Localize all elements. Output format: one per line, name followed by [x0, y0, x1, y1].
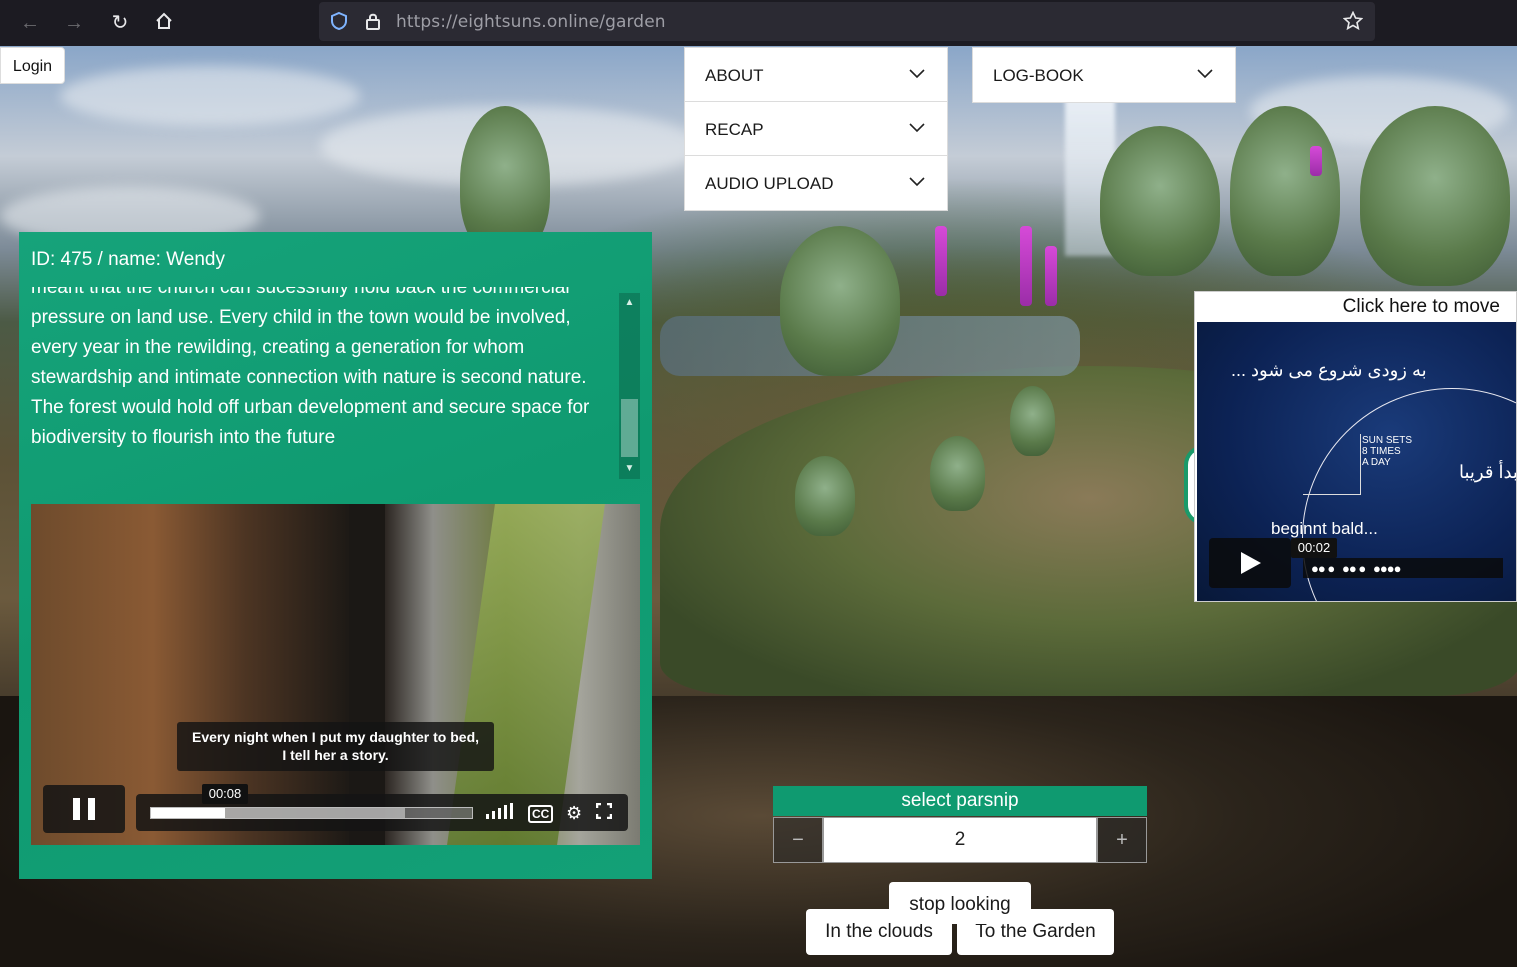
- arabic-text: يبدأ قريبا: [1459, 462, 1517, 482]
- tree: [1230, 106, 1340, 276]
- scroll-down-icon[interactable]: ▼: [619, 459, 640, 479]
- accordion-item-about[interactable]: ABOUT: [685, 48, 947, 102]
- home-icon[interactable]: [152, 11, 176, 35]
- shrub: [1010, 386, 1055, 456]
- german-text: beginnt bald...: [1271, 519, 1378, 538]
- volume-icon[interactable]: [486, 803, 516, 823]
- browser-toolbar: ← → ↻ https://eightsuns.online/garden: [0, 0, 1517, 46]
- foxglove-flower: [1020, 226, 1032, 306]
- settings-gear-icon[interactable]: ⚙: [566, 803, 582, 823]
- parsnip-selector: select parsnip − 2 +: [773, 786, 1147, 863]
- bookmark-star-icon[interactable]: [1342, 10, 1364, 31]
- login-button[interactable]: Login: [0, 47, 65, 84]
- persian-text: به زودی شروع می شود ...: [1231, 360, 1427, 380]
- accordion-item-recap[interactable]: RECAP: [685, 102, 947, 156]
- tree: [1100, 126, 1220, 276]
- story-video[interactable]: Every night when I put my daughter to be…: [31, 504, 640, 845]
- video-control-bar: 00:08 CC ⚙: [136, 784, 628, 831]
- video-time-tooltip: 00:08: [202, 784, 248, 804]
- cloud: [60, 66, 360, 126]
- arc-base-line: [1303, 494, 1361, 495]
- sun-sets-label: SUN SETS 8 TIMES A DAY: [1362, 435, 1413, 468]
- cc-icon[interactable]: CC: [528, 802, 554, 823]
- tree: [1360, 106, 1510, 286]
- video-controls: 00:08 CC ⚙: [43, 784, 628, 833]
- increment-button[interactable]: +: [1097, 817, 1147, 863]
- parsnip-value[interactable]: 2: [823, 817, 1097, 863]
- forward-icon[interactable]: →: [62, 11, 86, 35]
- play-button[interactable]: [1209, 538, 1291, 588]
- logbook-accordion: LOG-BOOK: [972, 47, 1236, 103]
- accordion-label: RECAP: [705, 120, 764, 139]
- chevron-down-icon: [909, 123, 925, 133]
- story-text: meant that the church can sucessfully ho…: [31, 287, 590, 448]
- pause-button[interactable]: [43, 785, 125, 833]
- foxglove-flower: [1310, 146, 1322, 176]
- video-progress[interactable]: 00:08: [150, 784, 473, 819]
- arc-marker-line: [1360, 434, 1361, 494]
- caption-line: I tell her a story.: [282, 747, 389, 763]
- move-handle[interactable]: Click here to move: [1343, 296, 1500, 318]
- chevron-down-icon: [909, 69, 925, 79]
- url-text: https://eightsuns.online/garden: [396, 12, 666, 32]
- scroll-thumb[interactable]: [621, 399, 638, 457]
- shrub: [795, 456, 855, 536]
- story-text-scroll[interactable]: meant that the church can sucessfully ho…: [31, 287, 616, 477]
- scroll-up-icon[interactable]: ▲: [619, 293, 640, 313]
- story-panel: ID: 475 / name: Wendy meant that the chu…: [19, 232, 652, 879]
- accordion-item-log-book[interactable]: LOG-BOOK: [973, 48, 1235, 102]
- progress-dots: ●● ● ●● ● ●●●●: [1311, 561, 1401, 576]
- parsnip-title: select parsnip: [773, 786, 1147, 816]
- back-icon[interactable]: ←: [18, 11, 42, 35]
- floating-video-panel: Click here to move به زودی شروع می شود .…: [1194, 291, 1517, 602]
- intro-video[interactable]: به زودی شروع می شود ... SUN SETS 8 TIMES…: [1197, 322, 1517, 601]
- shrub: [780, 226, 900, 376]
- foxglove-flower: [935, 226, 947, 296]
- story-scrollbar[interactable]: ▲ ▼: [619, 293, 640, 479]
- chevron-down-icon: [909, 177, 925, 187]
- pause-icon: [88, 798, 95, 820]
- decrement-button[interactable]: −: [773, 817, 823, 863]
- play-icon: [1241, 552, 1261, 574]
- reload-icon[interactable]: ↻: [108, 11, 132, 35]
- caption-line: Every night when I put my daughter to be…: [191, 729, 480, 745]
- stop-looking-button[interactable]: stop looking: [889, 882, 1031, 924]
- lock-icon[interactable]: [363, 11, 383, 31]
- story-title: ID: 475 / name: Wendy: [31, 249, 225, 270]
- video-caption: Every night when I put my daughter to be…: [177, 722, 494, 771]
- accordion-label: ABOUT: [705, 66, 764, 85]
- shrub: [930, 436, 985, 511]
- accordion-label: LOG-BOOK: [993, 66, 1084, 85]
- video-time-tooltip: 00:02: [1291, 538, 1337, 558]
- shield-icon[interactable]: [329, 11, 349, 31]
- foxglove-flower: [1045, 246, 1057, 306]
- fullscreen-icon[interactable]: [595, 802, 613, 823]
- accordion-item-audio-upload[interactable]: AUDIO UPLOAD: [685, 156, 947, 210]
- video-progress[interactable]: ●● ● ●● ● ●●●●: [1303, 558, 1503, 578]
- chevron-down-icon: [1197, 69, 1213, 79]
- accordion-label: AUDIO UPLOAD: [705, 174, 834, 193]
- pause-icon: [73, 798, 80, 820]
- address-bar[interactable]: https://eightsuns.online/garden: [319, 2, 1375, 41]
- info-accordion: ABOUT RECAP AUDIO UPLOAD: [684, 47, 948, 211]
- progress-played: [151, 808, 225, 818]
